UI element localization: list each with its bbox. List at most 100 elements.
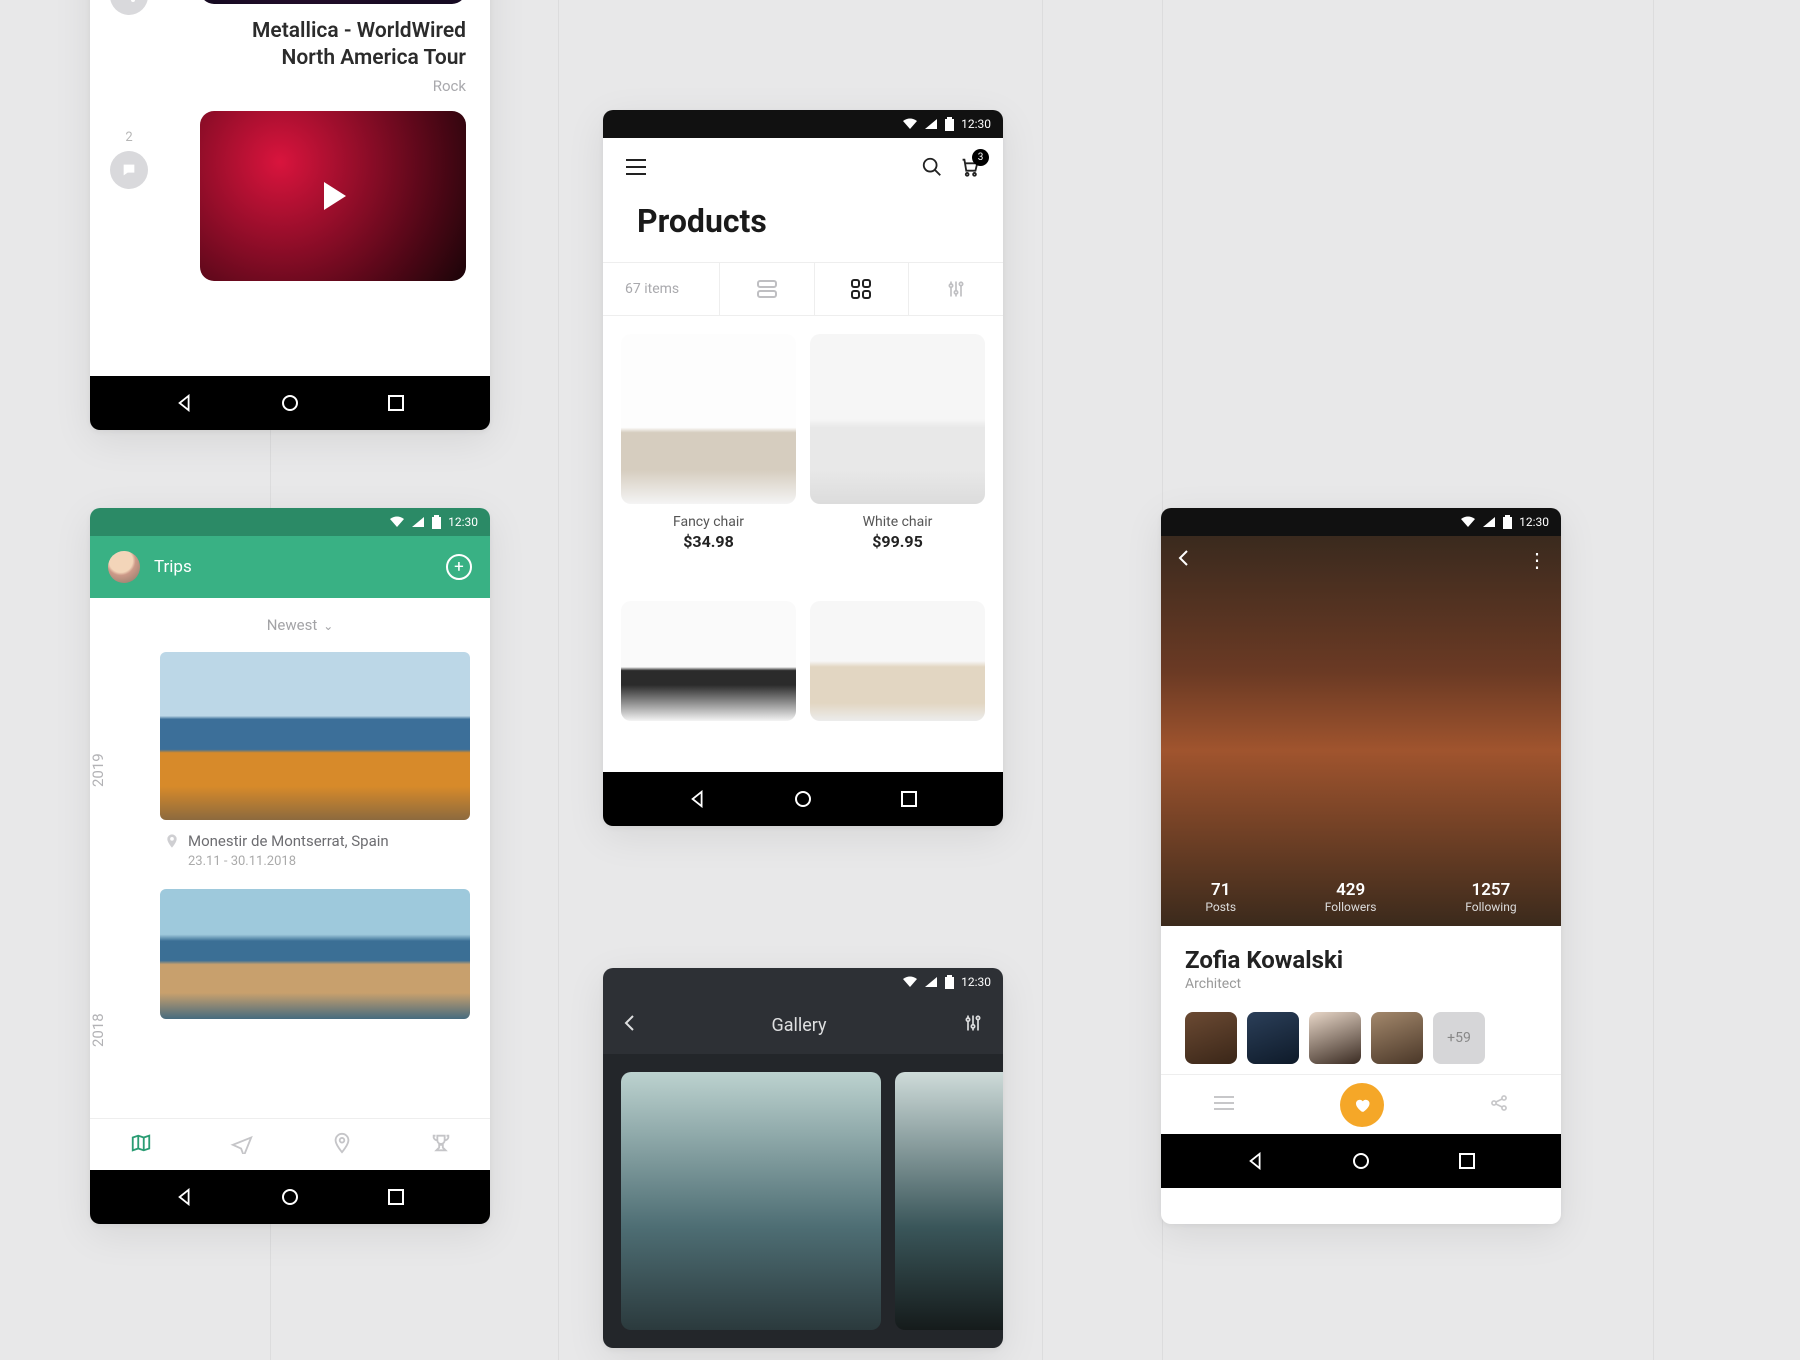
product-card[interactable]: White chair $99.95 xyxy=(810,334,985,585)
menu-icon[interactable] xyxy=(625,158,647,180)
profile-screen: 12:30 ⋮ 71 Posts 429 Followers 1257 Foll… xyxy=(1161,508,1561,1224)
add-trip-button[interactable]: + xyxy=(446,554,472,580)
chevron-down-icon: ⌄ xyxy=(323,619,333,633)
comments-count: 2 xyxy=(125,130,132,145)
product-price: $99.95 xyxy=(872,532,923,551)
profile-job: Architect xyxy=(1185,976,1537,992)
year-label: 2018 xyxy=(90,1013,107,1047)
product-image xyxy=(621,334,796,504)
nav-home-icon[interactable] xyxy=(279,392,301,414)
trips-body[interactable]: Newest⌄ 2019 Monestir de Montserrat, Spa… xyxy=(90,598,490,1118)
android-status-bar: 12:30 xyxy=(603,968,1003,996)
filter-icon[interactable] xyxy=(963,1013,983,1038)
tab-places-icon[interactable] xyxy=(331,1132,353,1158)
year-label: 2019 xyxy=(90,753,107,787)
music-cover-2[interactable] xyxy=(200,111,466,281)
signal-icon xyxy=(411,516,425,528)
status-time: 12:30 xyxy=(961,975,991,989)
gallery-image[interactable] xyxy=(621,1072,881,1330)
trip-dates: 23.11 - 30.11.2018 xyxy=(188,854,470,869)
track-title: Metallica - WorldWired North America Tou… xyxy=(200,18,466,73)
products-toolbar: 67 items xyxy=(603,262,1003,316)
cart-badge: 3 xyxy=(972,149,989,166)
trip-card[interactable] xyxy=(160,889,470,1019)
product-card[interactable]: Fancy chair $34.98 xyxy=(621,334,796,585)
tab-list-icon[interactable] xyxy=(1213,1095,1235,1115)
back-icon[interactable] xyxy=(1177,549,1189,571)
products-header: 3 xyxy=(603,138,1003,192)
cart-button[interactable]: 3 xyxy=(957,156,981,182)
android-status-bar: 12:30 xyxy=(90,508,490,536)
gallery-image[interactable] xyxy=(895,1072,1003,1330)
stat-followers[interactable]: 429 Followers xyxy=(1325,880,1377,914)
nav-recent-icon[interactable] xyxy=(385,1186,407,1208)
nav-home-icon[interactable] xyxy=(792,788,814,810)
nav-back-icon[interactable] xyxy=(687,788,709,810)
music-screen: 2K 638 Metallica - WorldWired North Amer… xyxy=(90,0,490,430)
tab-map-icon[interactable] xyxy=(129,1132,153,1158)
nav-recent-icon[interactable] xyxy=(385,392,407,414)
play-icon[interactable] xyxy=(324,182,346,210)
page-title: Trips xyxy=(154,557,432,577)
friend-avatar[interactable] xyxy=(1309,1012,1361,1064)
back-icon[interactable] xyxy=(623,1014,635,1037)
favorite-button[interactable] xyxy=(1340,1083,1384,1127)
profile-name: Zofia Kowalski xyxy=(1185,946,1537,974)
music-cover-1[interactable] xyxy=(200,0,466,4)
filter-button[interactable] xyxy=(908,263,1003,315)
friend-avatar[interactable] xyxy=(1371,1012,1423,1064)
pin-icon xyxy=(164,833,180,849)
nav-back-icon[interactable] xyxy=(174,1186,196,1208)
android-nav xyxy=(1161,1134,1561,1188)
trips-screen: 12:30 Trips + Newest⌄ 2019 Monestir de M… xyxy=(90,508,490,1224)
android-status-bar: 12:30 xyxy=(603,110,1003,138)
more-icon[interactable]: ⋮ xyxy=(1527,548,1545,572)
gallery-header: Gallery xyxy=(603,996,1003,1054)
music-content: 2K 638 Metallica - WorldWired North Amer… xyxy=(90,0,490,376)
product-name: Fancy chair xyxy=(673,514,744,530)
nav-home-icon[interactable] xyxy=(1350,1150,1372,1172)
profile-body: Zofia Kowalski Architect +59 xyxy=(1161,926,1561,1074)
tab-share-icon[interactable] xyxy=(1489,1093,1509,1117)
nav-back-icon[interactable] xyxy=(1245,1150,1267,1172)
search-icon[interactable] xyxy=(921,156,943,182)
product-card[interactable] xyxy=(810,601,985,755)
nav-recent-icon[interactable] xyxy=(898,788,920,810)
tab-flights-icon[interactable] xyxy=(230,1132,254,1158)
view-grid-button[interactable] xyxy=(814,263,909,315)
trip-location: Monestir de Montserrat, Spain xyxy=(188,832,389,850)
tab-achievements-icon[interactable] xyxy=(430,1132,452,1158)
products-screen: 12:30 3 Products 67 items Fancy chair $3… xyxy=(603,110,1003,826)
friend-avatar[interactable] xyxy=(1247,1012,1299,1064)
nav-recent-icon[interactable] xyxy=(1456,1150,1478,1172)
status-time: 12:30 xyxy=(1519,515,1549,529)
product-card[interactable] xyxy=(621,601,796,755)
view-list-button[interactable] xyxy=(719,263,814,315)
profile-stats: 71 Posts 429 Followers 1257 Following xyxy=(1161,880,1561,914)
product-image xyxy=(810,601,985,721)
gallery-body[interactable] xyxy=(603,1054,1003,1348)
status-time: 12:30 xyxy=(448,515,478,529)
nav-home-icon[interactable] xyxy=(279,1186,301,1208)
share-icon[interactable] xyxy=(110,0,148,15)
trip-card[interactable] xyxy=(160,652,470,820)
stat-posts[interactable]: 71 Posts xyxy=(1205,880,1236,914)
android-status-bar: 12:30 xyxy=(1161,508,1561,536)
friend-avatar[interactable] xyxy=(1185,1012,1237,1064)
sort-dropdown[interactable]: Newest⌄ xyxy=(130,616,470,634)
android-nav xyxy=(90,1170,490,1224)
bottom-tabs xyxy=(90,1118,490,1170)
product-name: White chair xyxy=(863,514,933,530)
products-grid[interactable]: Fancy chair $34.98 White chair $99.95 xyxy=(603,316,1003,772)
comment-icon[interactable] xyxy=(110,151,148,189)
avatar[interactable] xyxy=(108,551,140,583)
product-image xyxy=(810,334,985,504)
nav-back-icon[interactable] xyxy=(174,392,196,414)
shares-stat: 638 xyxy=(110,0,148,15)
friends-more-button[interactable]: +59 xyxy=(1433,1012,1485,1064)
item-count: 67 items xyxy=(603,263,719,315)
gallery-screen: 12:30 Gallery xyxy=(603,968,1003,1348)
friends-row: +59 xyxy=(1185,1012,1537,1064)
profile-hero: ⋮ 71 Posts 429 Followers 1257 Following xyxy=(1161,536,1561,926)
stat-following[interactable]: 1257 Following xyxy=(1465,880,1516,914)
